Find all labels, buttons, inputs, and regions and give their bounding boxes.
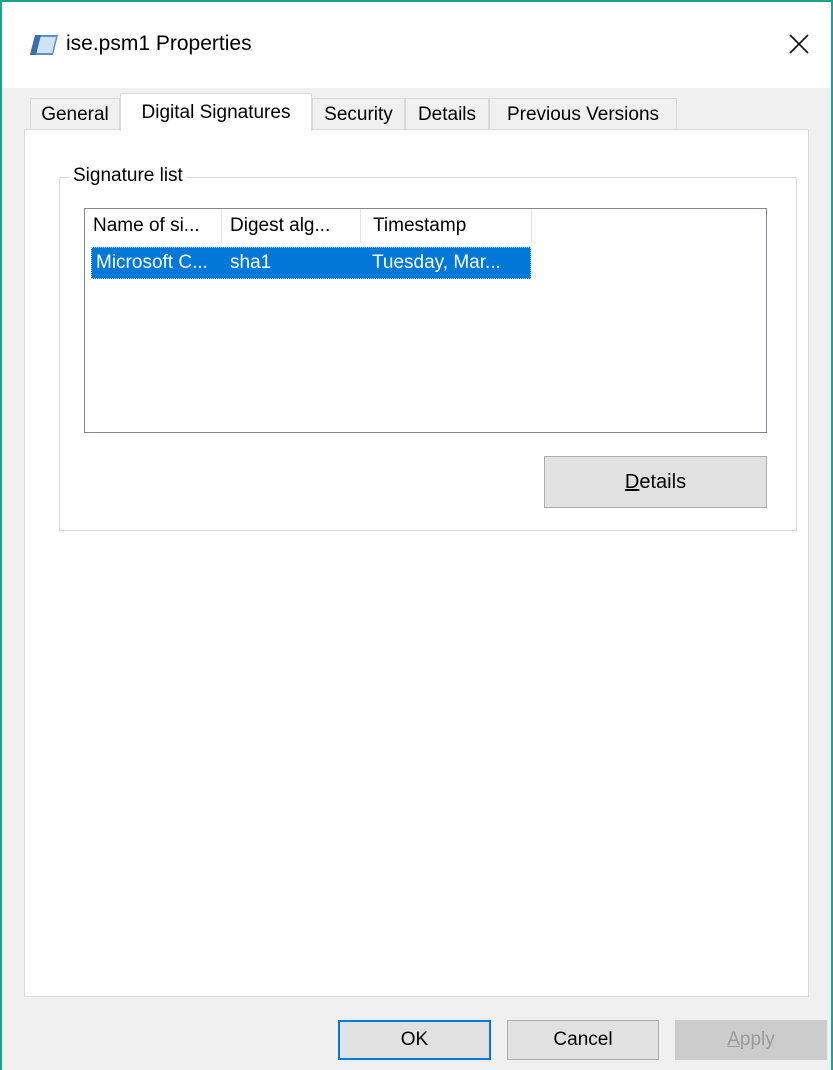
- tab-label: Digital Signatures: [141, 101, 291, 123]
- tab-digital-signatures[interactable]: Digital Signatures: [120, 93, 312, 131]
- tab-label: Previous Versions: [506, 103, 660, 125]
- group-label: Signature list: [70, 165, 186, 187]
- apply-button[interactable]: Apply: [675, 1020, 827, 1060]
- tab-label: Security: [324, 103, 393, 125]
- cell-timestamp: Tuesday, Mar...: [372, 252, 501, 273]
- column-header-digest[interactable]: Digest alg...: [222, 209, 361, 243]
- tab-security[interactable]: Security: [312, 98, 405, 130]
- details-accelerator: D: [624, 470, 640, 493]
- window-title: ise.psm1 Properties: [66, 32, 252, 55]
- tab-strip: General Digital Signatures Security Deta…: [2, 88, 831, 131]
- apply-accelerator: A: [727, 1029, 740, 1050]
- cell-digest: sha1: [230, 252, 272, 273]
- ok-button[interactable]: OK: [338, 1020, 491, 1060]
- details-label: etails: [639, 470, 687, 493]
- column-header-name[interactable]: Name of si...: [85, 209, 222, 243]
- signature-listview[interactable]: Name of si... Digest alg... Timestamp Mi…: [84, 208, 767, 433]
- tab-details[interactable]: Details: [405, 98, 489, 130]
- tab-label: General: [41, 103, 109, 125]
- signature-list-group: Signature list Name of si... Digest alg.…: [59, 165, 797, 531]
- tab-label: Details: [417, 103, 477, 125]
- tab-panel: Signature list Name of si... Digest alg.…: [24, 129, 809, 997]
- title-bar: ise.psm1 Properties: [2, 2, 831, 88]
- tab-previous-versions[interactable]: Previous Versions: [489, 98, 677, 130]
- cancel-button[interactable]: Cancel: [507, 1020, 659, 1060]
- cell-name: Microsoft C...: [96, 252, 208, 273]
- apply-label: pply: [739, 1029, 775, 1050]
- close-icon: [788, 33, 810, 60]
- details-button[interactable]: Details: [544, 456, 767, 508]
- column-header-timestamp[interactable]: Timestamp: [361, 209, 532, 243]
- list-item[interactable]: Microsoft C... sha1 Tuesday, Mar...: [91, 247, 531, 279]
- ok-label: OK: [400, 1029, 429, 1050]
- properties-dialog: ise.psm1 Properties General Digital Sign…: [0, 0, 833, 1070]
- cancel-label: Cancel: [553, 1029, 613, 1050]
- script-file-icon: [29, 34, 59, 56]
- close-button[interactable]: [774, 24, 824, 68]
- tab-general[interactable]: General: [30, 98, 120, 130]
